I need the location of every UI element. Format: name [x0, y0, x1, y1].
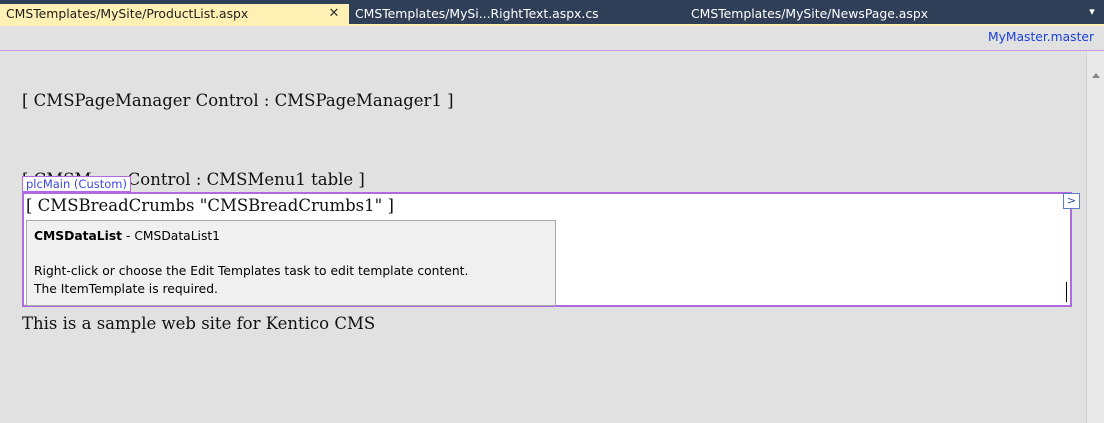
cms-page-manager-control[interactable]: [ CMSPageManager Control : CMSPageManage…: [22, 91, 454, 110]
text-caret: [1066, 282, 1067, 302]
tab-list-dropdown-icon[interactable]: ▾: [1086, 2, 1098, 22]
cms-datalist-control[interactable]: CMSDataList - CMSDataList1 Right-click o…: [26, 220, 556, 306]
placeholder-plcmain-tag[interactable]: plcMain (Custom): [22, 176, 131, 192]
datalist-id: CMSDataList1: [134, 229, 221, 243]
master-page-bar: MyMaster.master: [0, 26, 1104, 51]
cms-breadcrumbs-control[interactable]: [ CMSBreadCrumbs "CMSBreadCrumbs1" ]: [26, 196, 394, 215]
datalist-message-line1: Right-click or choose the Edit Templates…: [34, 264, 469, 278]
datalist-title: CMSDataList - CMSDataList1: [34, 229, 220, 243]
vertical-scrollbar[interactable]: [1086, 51, 1104, 423]
close-tab-icon[interactable]: ✕: [326, 4, 342, 24]
tab-newspage-aspx[interactable]: CMSTemplates/MySite/NewsPage.aspx: [685, 4, 928, 24]
footer-sample-text: This is a sample web site for Kentico CM…: [22, 314, 376, 333]
datalist-message-line2: The ItemTemplate is required.: [34, 282, 218, 296]
tab-label: CMSTemplates/MySite/NewsPage.aspx: [691, 6, 929, 21]
tab-productlist-aspx[interactable]: CMSTemplates/MySite/ProductList.aspx ✕: [0, 4, 349, 24]
left-margin: [0, 51, 9, 423]
document-tab-bar: CMSTemplates/MySite/ProductList.aspx ✕ C…: [0, 0, 1104, 24]
datalist-type: CMSDataList: [34, 229, 123, 243]
tab-label: CMSTemplates/MySi...RightText.aspx.cs: [355, 6, 599, 21]
datalist-separator: -: [122, 229, 135, 243]
scroll-up-arrow-icon[interactable]: [1092, 73, 1100, 78]
smart-tag-expand-icon[interactable]: >: [1063, 193, 1080, 209]
tab-righttext-aspx-cs[interactable]: CMSTemplates/MySi...RightText.aspx.cs: [349, 4, 599, 24]
master-page-link[interactable]: MyMaster.master: [988, 30, 1094, 44]
tab-label: CMSTemplates/MySite/ProductList.aspx: [6, 6, 249, 21]
